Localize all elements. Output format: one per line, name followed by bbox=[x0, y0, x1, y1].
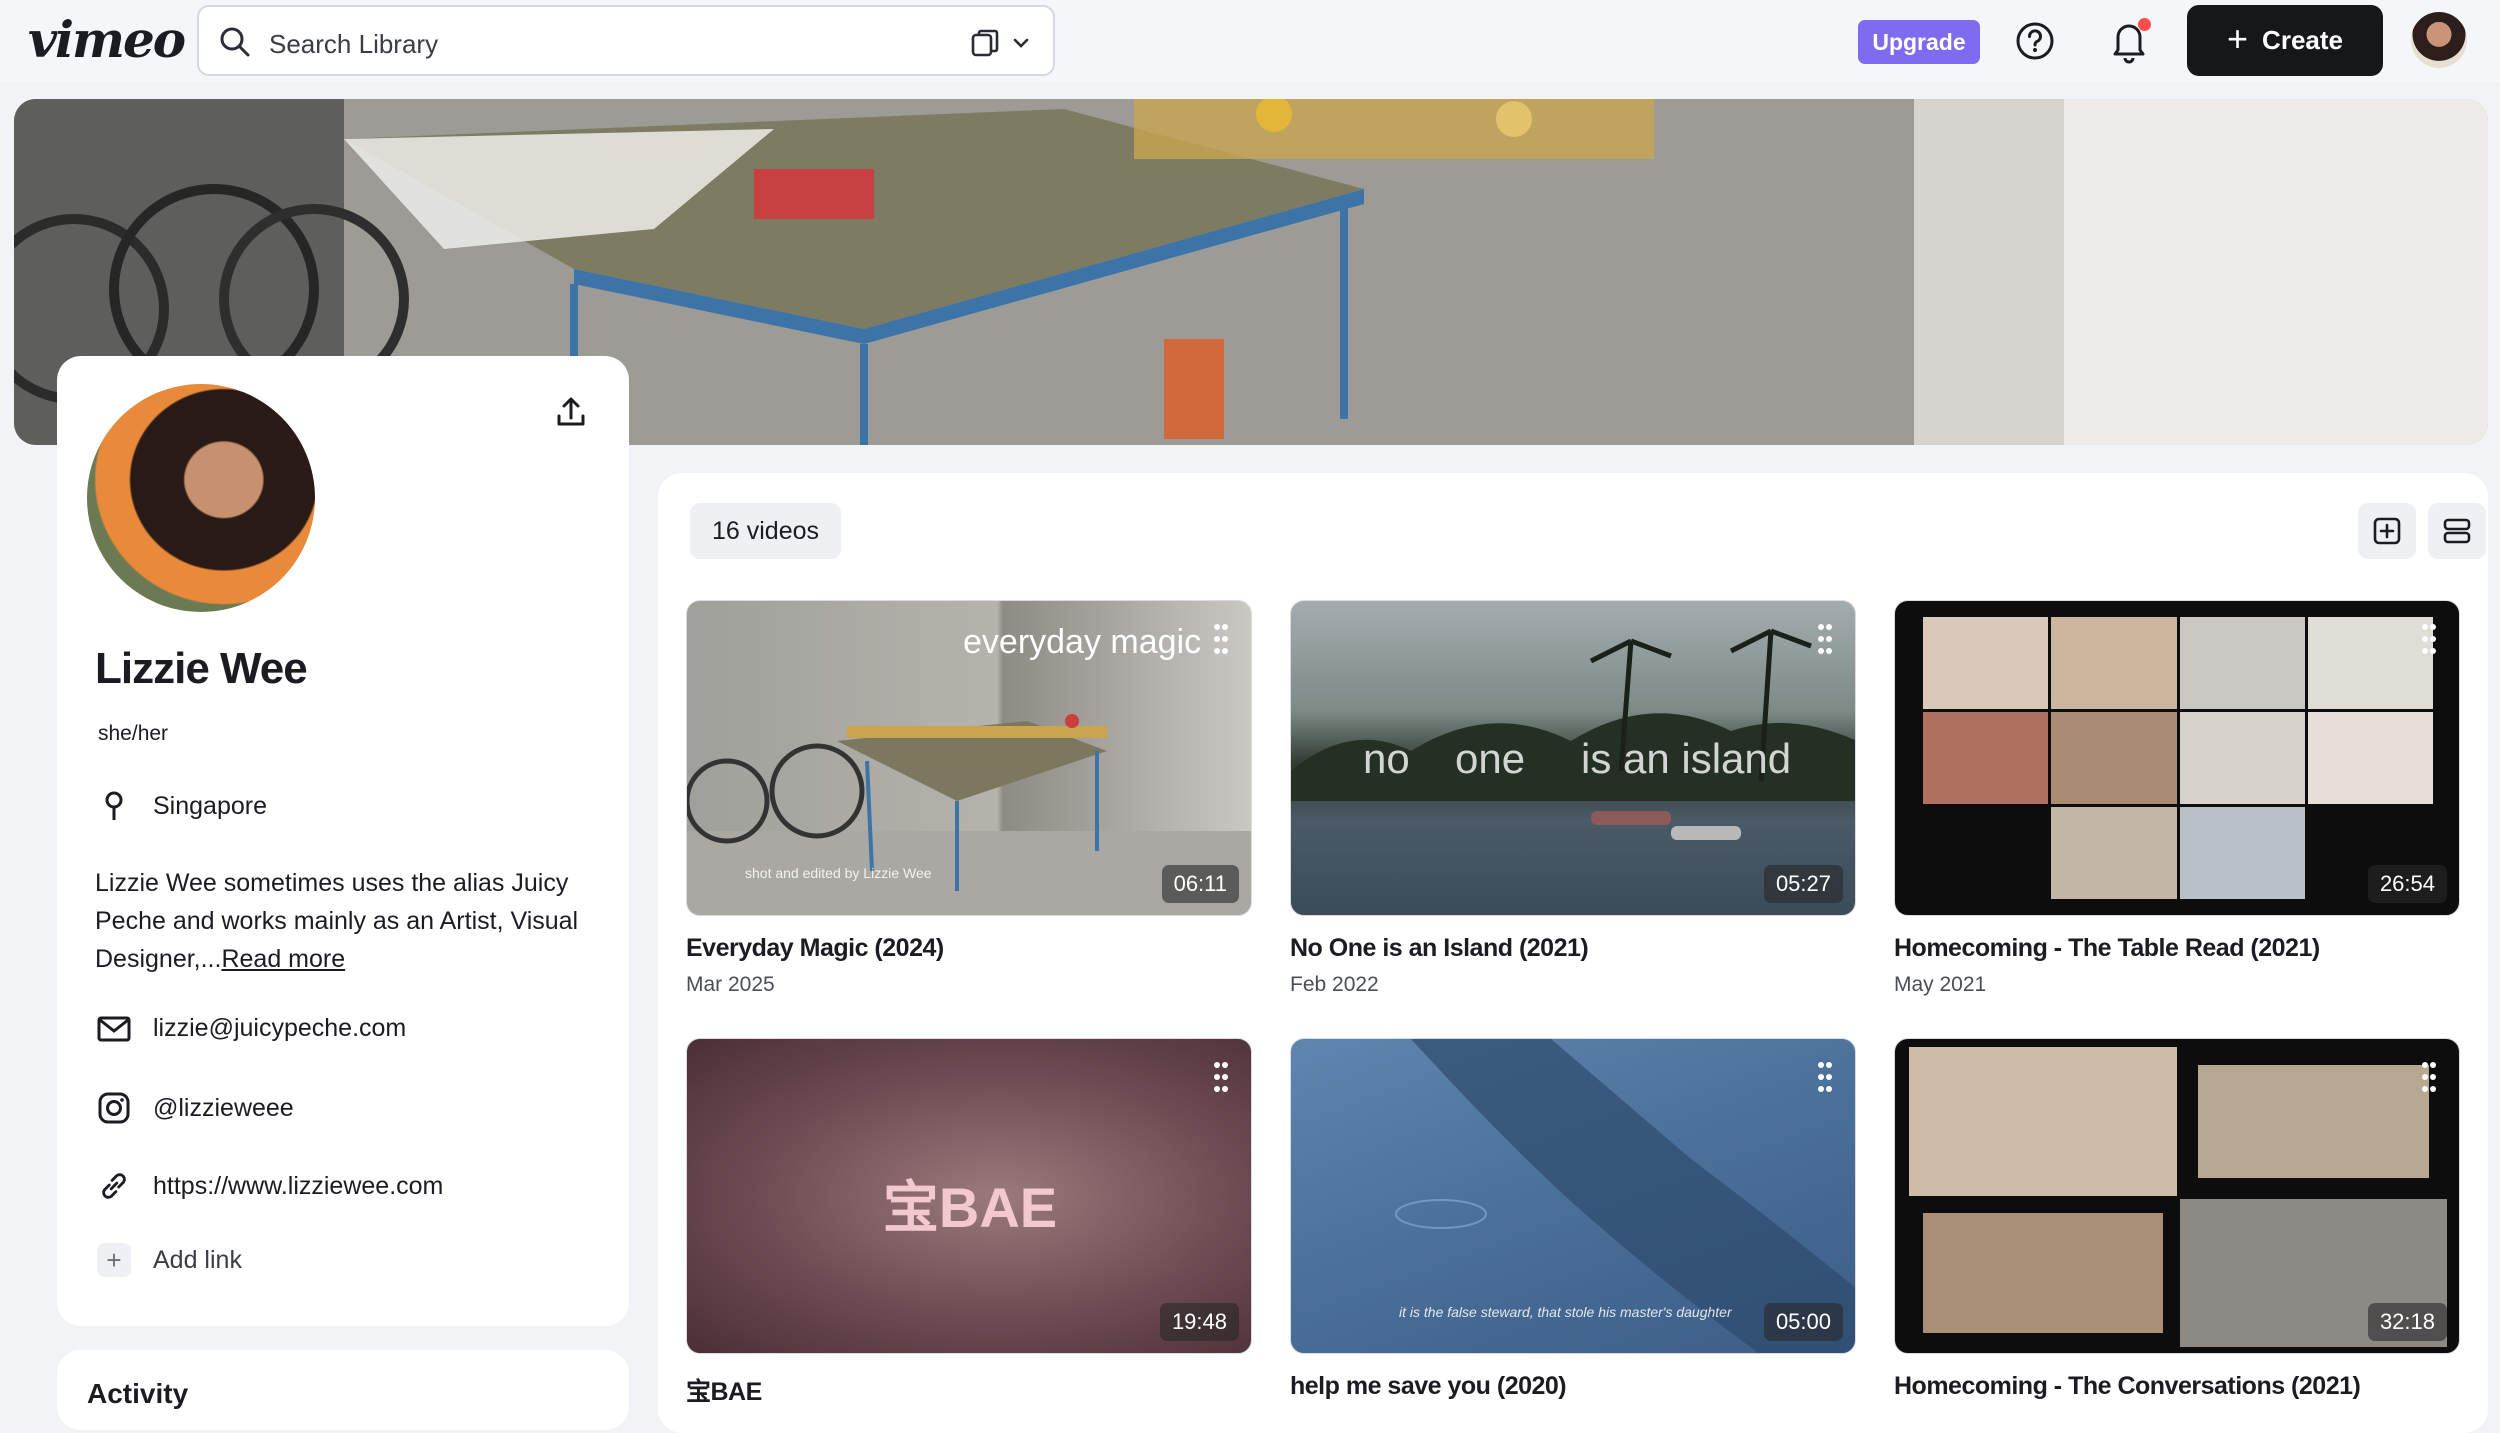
drag-dots-icon[interactable] bbox=[2421, 1061, 2437, 1093]
profile-name: Lizzie Wee bbox=[95, 644, 308, 693]
add-link-label: Add link bbox=[153, 1245, 242, 1274]
video-duration: 06:11 bbox=[1161, 865, 1239, 903]
location-text: Singapore bbox=[153, 791, 267, 820]
videos-panel: 16 videos everyday magic shot and edited… bbox=[658, 473, 2488, 1433]
video-date: Mar 2025 bbox=[686, 973, 775, 996]
user-avatar[interactable] bbox=[2411, 12, 2467, 68]
thumbnail-overlay-word: is an island bbox=[1581, 735, 1792, 782]
thumbnail-overlay-title: 宝BAE bbox=[882, 1176, 1058, 1239]
thumbnail-overlay-word: no bbox=[1363, 735, 1410, 782]
video-thumbnail[interactable]: it is the false steward, that stole his … bbox=[1290, 1038, 1856, 1354]
website-text[interactable]: https://www.lizziewee.com bbox=[153, 1172, 443, 1201]
video-count: 16 videos bbox=[690, 503, 842, 559]
drag-dots-icon[interactable] bbox=[1213, 623, 1229, 655]
drag-dots-icon[interactable] bbox=[1213, 1061, 1229, 1093]
drag-dots-icon[interactable] bbox=[1817, 623, 1833, 655]
video-title[interactable]: No One is an Island (2021) bbox=[1290, 934, 1856, 963]
plus-icon: + bbox=[97, 1243, 131, 1277]
video-duration: 19:48 bbox=[1159, 1303, 1239, 1341]
video-card[interactable]: 26:54 Homecoming - The Table Read (2021)… bbox=[1894, 600, 2460, 997]
video-title[interactable]: help me save you (2020) bbox=[1290, 1372, 1856, 1401]
vimeo-logo[interactable]: vimeo bbox=[28, 10, 186, 69]
video-call-grid bbox=[1909, 1047, 2447, 1347]
profile-avatar bbox=[87, 384, 315, 612]
copy-icon[interactable] bbox=[969, 27, 1001, 59]
video-call-grid bbox=[1923, 617, 2433, 899]
drag-dots-icon[interactable] bbox=[1817, 1061, 1833, 1093]
website-row[interactable]: https://www.lizziewee.com bbox=[97, 1168, 443, 1204]
instagram-row[interactable]: @lizzieweee bbox=[97, 1091, 294, 1125]
profile-pronouns: she/her bbox=[98, 722, 169, 745]
add-to-folder-button[interactable] bbox=[2358, 503, 2416, 559]
chevron-down-icon[interactable] bbox=[1011, 33, 1031, 53]
video-title[interactable]: Homecoming - The Table Read (2021) bbox=[1894, 934, 2460, 963]
mail-icon bbox=[97, 1015, 131, 1043]
thumbnail-caption: it is the false steward, that stole his … bbox=[1399, 1304, 1732, 1320]
plus-icon: + bbox=[2227, 18, 2249, 59]
profile-bio: Lizzie Wee sometimes uses the alias Juic… bbox=[95, 864, 605, 978]
upgrade-button[interactable]: Upgrade bbox=[1858, 20, 1980, 64]
add-link-button[interactable]: + Add link bbox=[97, 1243, 242, 1277]
link-icon bbox=[97, 1168, 131, 1204]
video-thumbnail[interactable]: 26:54 bbox=[1894, 600, 2460, 916]
video-duration: 32:18 bbox=[2367, 1303, 2447, 1341]
video-title[interactable]: Homecoming - The Conversations (2021) bbox=[1894, 1372, 2460, 1401]
email-row[interactable]: lizzie@juicypeche.com bbox=[97, 1014, 406, 1043]
activity-card: Activity bbox=[57, 1350, 629, 1430]
email-text[interactable]: lizzie@juicypeche.com bbox=[153, 1014, 406, 1043]
notification-dot bbox=[2138, 18, 2151, 31]
video-card[interactable]: no one is an island 05:27 No One is an I… bbox=[1290, 600, 1856, 997]
video-thumbnail[interactable]: everyday magic shot and edited by Lizzie… bbox=[686, 600, 1252, 916]
layout-toggle-icon bbox=[2443, 518, 2471, 544]
video-card[interactable]: 宝BAE 19:48 宝BAE bbox=[686, 1038, 1252, 1408]
thumbnail-overlay-word: one bbox=[1455, 735, 1526, 782]
search-input[interactable]: Search Library bbox=[269, 29, 438, 60]
location-row: Singapore bbox=[97, 790, 267, 822]
thumbnail-caption: shot and edited by Lizzie Wee bbox=[745, 865, 932, 881]
read-more-link[interactable]: Read more bbox=[221, 945, 345, 973]
share-icon[interactable] bbox=[553, 394, 589, 430]
top-bar: vimeo Search Library Upgrade + Create bbox=[0, 0, 2500, 82]
layout-toggle-button[interactable] bbox=[2428, 503, 2486, 559]
create-button[interactable]: + Create bbox=[2187, 5, 2383, 76]
search-bar[interactable]: Search Library bbox=[197, 5, 1055, 76]
thumbnail-overlay-title: everyday magic bbox=[963, 623, 1202, 661]
profile-card: Lizzie Wee she/her Singapore Lizzie Wee … bbox=[57, 356, 629, 1326]
activity-title: Activity bbox=[87, 1378, 189, 1409]
video-date: May 2021 bbox=[1894, 973, 1987, 996]
search-icon bbox=[220, 27, 250, 57]
video-card[interactable]: it is the false steward, that stole his … bbox=[1290, 1038, 1856, 1401]
video-title[interactable]: Everyday Magic (2024) bbox=[686, 934, 1252, 963]
drag-dots-icon[interactable] bbox=[2421, 623, 2437, 655]
instagram-text[interactable]: @lizzieweee bbox=[153, 1094, 294, 1123]
add-folder-icon bbox=[2373, 517, 2401, 545]
video-thumbnail[interactable]: no one is an island 05:27 bbox=[1290, 600, 1856, 916]
video-card[interactable]: everyday magic shot and edited by Lizzie… bbox=[686, 600, 1252, 997]
video-duration: 05:27 bbox=[1763, 865, 1843, 903]
instagram-icon bbox=[97, 1091, 131, 1125]
video-title[interactable]: 宝BAE bbox=[686, 1372, 1252, 1408]
video-card[interactable]: 32:18 Homecoming - The Conversations (20… bbox=[1894, 1038, 2460, 1401]
location-pin-icon bbox=[97, 790, 131, 822]
video-duration: 05:00 bbox=[1763, 1303, 1843, 1341]
video-thumbnail[interactable]: 32:18 bbox=[1894, 1038, 2460, 1354]
video-thumbnail[interactable]: 宝BAE 19:48 bbox=[686, 1038, 1252, 1354]
help-icon[interactable] bbox=[2014, 20, 2056, 62]
create-label: Create bbox=[2262, 25, 2343, 55]
video-duration: 26:54 bbox=[2367, 865, 2447, 903]
video-date: Feb 2022 bbox=[1290, 973, 1379, 996]
